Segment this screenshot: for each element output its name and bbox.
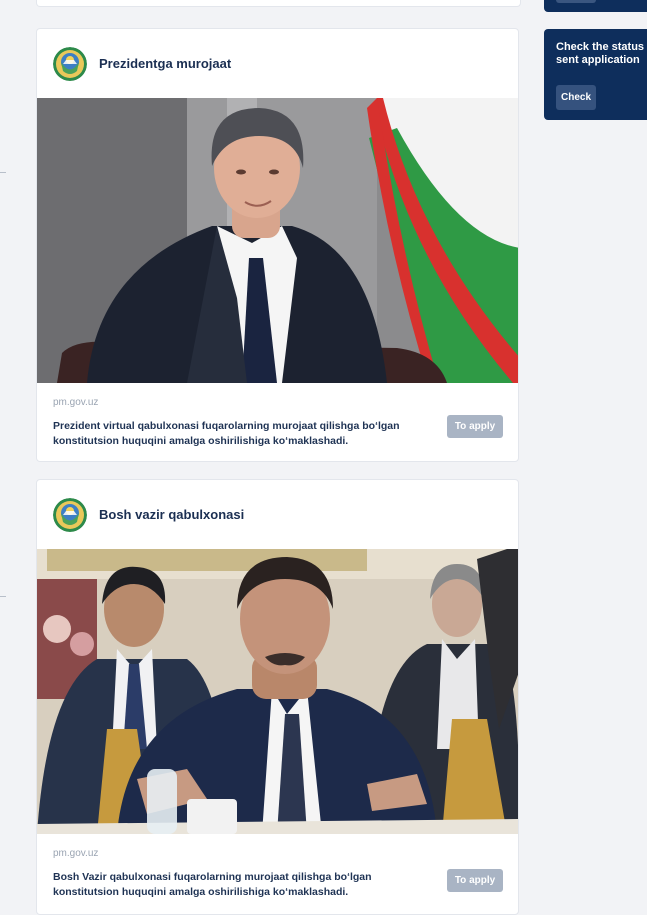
card-title: Bosh vazir qabulxonasi (99, 507, 245, 522)
service-card-prime-minister: Bosh vazir qabulxonasi pm.gov.uz Bosh Va… (36, 479, 519, 915)
sidebar-top-panel (544, 0, 647, 12)
status-text-line: Check the status of (556, 41, 647, 53)
status-text-line: sent application (556, 54, 640, 66)
state-emblem-icon (53, 46, 87, 81)
card-body: pm.gov.uz Prezident virtual qabulxonasi … (37, 383, 518, 449)
prime-minister-photo (37, 549, 518, 834)
sidebar-top-button-edge[interactable] (556, 0, 596, 3)
card-description: Prezident virtual qabulxonasi fuqarolarn… (53, 420, 400, 447)
previous-card-edge (36, 0, 521, 7)
source-domain: pm.gov.uz (53, 848, 99, 859)
left-edge-mark (0, 596, 6, 597)
check-button[interactable]: Check (556, 85, 596, 110)
status-panel-text: Check the status of sent application (556, 41, 647, 67)
source-domain: pm.gov.uz (53, 397, 99, 408)
state-emblem-icon (53, 497, 87, 532)
service-card-president: Prezidentga murojaat pm.gov.uz Prezident… (36, 28, 519, 462)
left-edge-mark (0, 172, 6, 173)
president-photo (37, 98, 518, 383)
card-header: Prezidentga murojaat (37, 29, 518, 98)
card-header: Bosh vazir qabulxonasi (37, 480, 518, 549)
card-title: Prezidentga murojaat (99, 56, 232, 71)
card-body: pm.gov.uz Bosh Vazir qabulxonasi fuqarol… (37, 834, 518, 900)
apply-button[interactable]: To apply (447, 869, 503, 892)
apply-button[interactable]: To apply (447, 415, 503, 438)
application-status-panel: Check the status of sent application Che… (544, 29, 647, 120)
card-description: Bosh Vazir qabulxonasi fuqarolarning mur… (53, 871, 372, 898)
